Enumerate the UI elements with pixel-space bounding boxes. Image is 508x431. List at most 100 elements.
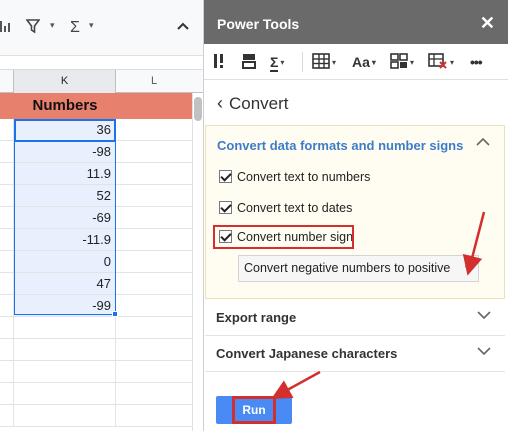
table-row: 36: [0, 119, 192, 141]
font-case-icon[interactable]: Aa ▾: [352, 51, 376, 73]
table-row: -69: [0, 207, 192, 229]
checkbox-text-to-numbers[interactable]: [219, 170, 232, 183]
cell[interactable]: [14, 361, 116, 382]
layout-icon[interactable]: ▾: [390, 51, 414, 73]
table-row: [0, 361, 192, 383]
cell[interactable]: [116, 295, 192, 316]
annotation-highlight-box: [213, 225, 354, 249]
row-stub: [0, 119, 14, 140]
row-stub: [0, 317, 14, 338]
sign-conversion-select[interactable]: Convert negative numbers to positive ▼: [238, 255, 479, 282]
row-stub: [0, 295, 14, 316]
cell[interactable]: [14, 405, 116, 426]
table-row: Numbers: [0, 93, 192, 119]
row-stub: [0, 273, 14, 294]
header-cell[interactable]: Numbers: [14, 93, 116, 119]
close-icon[interactable]: ✕: [480, 14, 495, 32]
cell[interactable]: [116, 339, 192, 360]
cell[interactable]: [116, 251, 192, 272]
row-stub: [0, 383, 14, 404]
value-cell[interactable]: 52: [14, 185, 116, 206]
table-row: [0, 383, 192, 405]
table-row: 0: [0, 251, 192, 273]
font-case-label: Aa: [352, 54, 370, 70]
checkbox-text-to-dates[interactable]: [219, 201, 232, 214]
option-label: Convert text to dates: [237, 201, 353, 215]
cell[interactable]: [116, 207, 192, 228]
chevron-down-icon[interactable]: [477, 345, 491, 359]
back-label: Convert: [229, 94, 289, 113]
cell[interactable]: [116, 163, 192, 184]
dropdown-arrow-icon[interactable]: ▼: [463, 256, 472, 281]
cell[interactable]: [116, 229, 192, 250]
table-row: [0, 317, 192, 339]
chevron-down-icon[interactable]: [477, 309, 491, 323]
row-stub: [0, 141, 14, 162]
cell[interactable]: [116, 185, 192, 206]
value-cell[interactable]: -98: [14, 141, 116, 162]
table-row: 11.9: [0, 163, 192, 185]
table-icon[interactable]: ▾: [312, 51, 336, 73]
option-label: Convert text to numbers: [237, 170, 371, 184]
value-cell[interactable]: 11.9: [14, 163, 116, 184]
cell[interactable]: [14, 339, 116, 360]
row-stub: [0, 229, 14, 250]
cell[interactable]: [116, 317, 192, 338]
cell[interactable]: [14, 383, 116, 404]
run-button-container[interactable]: Run: [216, 396, 292, 424]
option-text-to-numbers[interactable]: Convert text to numbers: [219, 168, 370, 186]
back-to-convert[interactable]: ‹ Convert: [217, 91, 289, 115]
value-cell[interactable]: -99: [14, 295, 116, 316]
scrollbar-thumb[interactable]: [194, 97, 202, 121]
cell[interactable]: [116, 405, 192, 426]
column-header-prev[interactable]: [0, 70, 14, 93]
table-row: 47: [0, 273, 192, 295]
row-stub: [0, 185, 14, 206]
chevron-up-icon[interactable]: [476, 136, 490, 150]
column-header-k[interactable]: K: [14, 70, 116, 93]
cell[interactable]: [116, 361, 192, 382]
sigma-caret-icon[interactable]: ▾: [89, 20, 94, 31]
value-cell[interactable]: -69: [14, 207, 116, 228]
row-stub: [0, 361, 14, 382]
bar-chart-icon[interactable]: [0, 18, 12, 38]
row-stub: [0, 163, 14, 184]
filter-icon[interactable]: [25, 18, 41, 38]
filter-caret-icon[interactable]: ▾: [50, 20, 55, 31]
sheet-scrollbar[interactable]: [192, 93, 203, 431]
more-icon[interactable]: •••: [470, 51, 483, 73]
run-button[interactable]: Run: [232, 396, 276, 424]
text-tools-icon[interactable]: [212, 51, 232, 73]
row-stub: [0, 251, 14, 272]
row-stub: [0, 93, 14, 119]
table-row: [0, 339, 192, 361]
cell[interactable]: [116, 93, 192, 119]
spreadsheet: ▾ Σ ▾ K L Numbers 36 -98 11.9 52 -69 -11…: [0, 0, 203, 431]
cell[interactable]: [116, 141, 192, 162]
section-title[interactable]: Convert data formats and number signs: [217, 138, 463, 153]
value-cell[interactable]: 36: [14, 119, 116, 140]
value-cell[interactable]: -11.9: [14, 229, 116, 250]
section-export-range[interactable]: Export range: [205, 300, 505, 336]
cell[interactable]: [116, 273, 192, 294]
column-header-l[interactable]: L: [116, 70, 192, 93]
cell[interactable]: [14, 317, 116, 338]
collapse-icon[interactable]: [176, 18, 190, 38]
sigma-icon[interactable]: Σ ▾: [270, 51, 284, 73]
cell[interactable]: [116, 119, 192, 140]
sigma-icon[interactable]: Σ: [70, 18, 80, 38]
section-japanese-chars[interactable]: Convert Japanese characters: [205, 336, 505, 372]
option-text-to-dates[interactable]: Convert text to dates: [219, 199, 352, 217]
table-row: [0, 405, 192, 427]
delete-table-icon[interactable]: ▾: [428, 51, 454, 73]
panel-title-bar: Power Tools ✕: [204, 0, 508, 44]
fill-handle[interactable]: [112, 311, 118, 317]
panel-title: Power Tools: [217, 16, 300, 32]
sheet-toolbar: ▾ Σ ▾: [0, 0, 203, 56]
section-convert-formats: Convert data formats and number signs Co…: [205, 125, 505, 299]
value-cell[interactable]: 0: [14, 251, 116, 272]
value-cell[interactable]: 47: [14, 273, 116, 294]
cell[interactable]: [116, 383, 192, 404]
clear-icon[interactable]: [240, 51, 260, 73]
row-stub: [0, 207, 14, 228]
